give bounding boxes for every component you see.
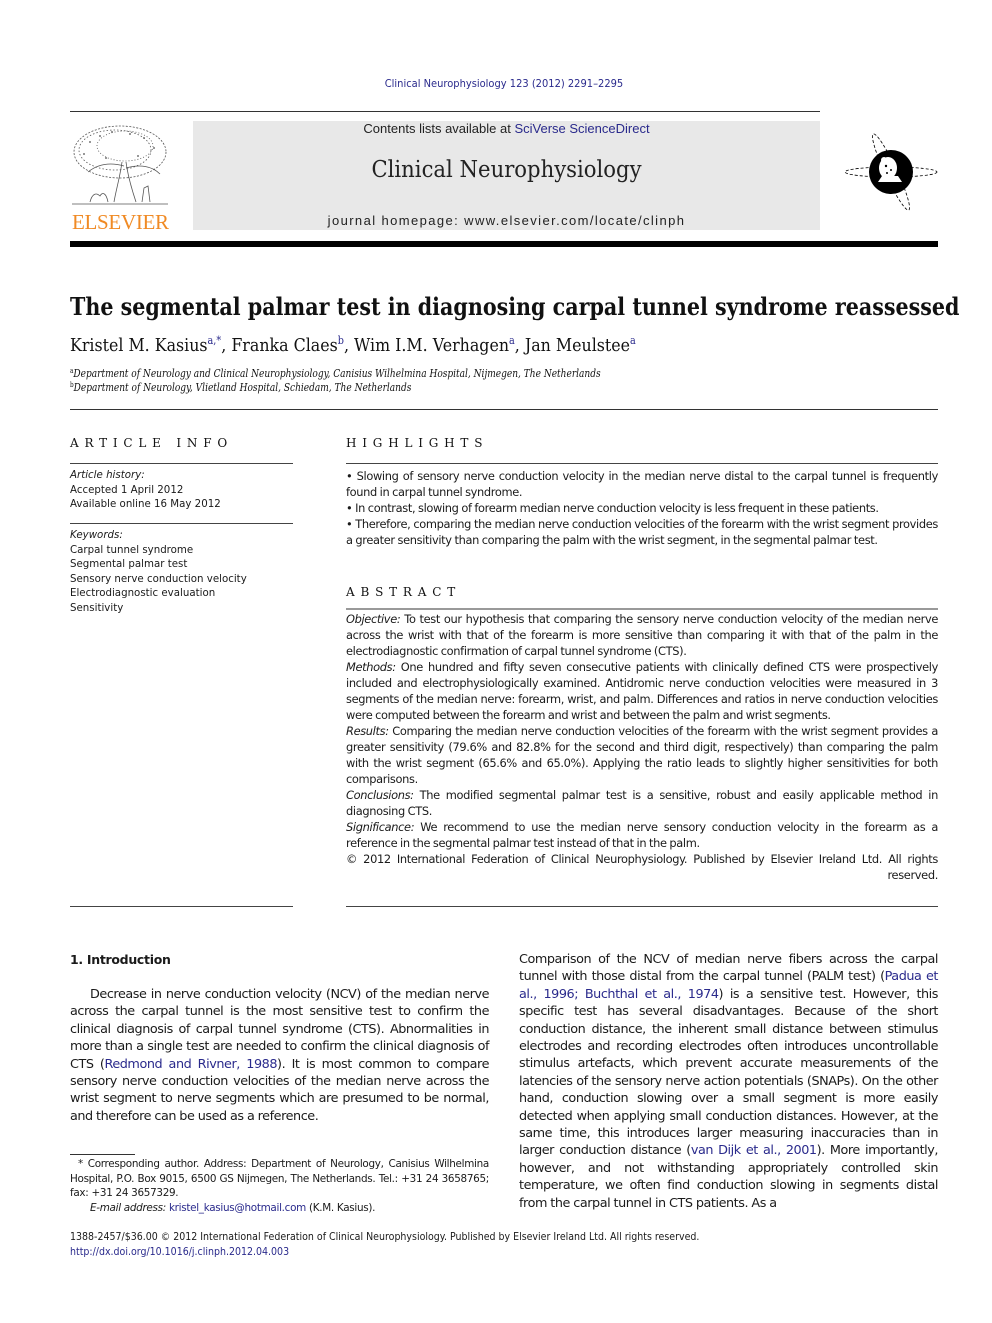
abstract-label: Objective: bbox=[346, 612, 401, 626]
abstract-text: One hundred and fifty seven consecutive … bbox=[346, 660, 938, 722]
issn-line: 1388-2457/$36.00 © 2012 International Fe… bbox=[70, 1231, 700, 1243]
keyword: Sensitivity bbox=[70, 600, 124, 614]
keywords-label: Keywords: bbox=[70, 528, 123, 541]
affiliation: bDepartment of Neurology, Vlietland Hosp… bbox=[70, 381, 411, 394]
journal-cover-icon bbox=[844, 133, 938, 211]
highlight-item: • In contrast, slowing of forearm median… bbox=[346, 501, 879, 515]
header-thick-rule bbox=[70, 241, 938, 247]
keyword: Electrodiagnostic evaluation bbox=[70, 586, 216, 599]
article-history-label: Article history: bbox=[70, 468, 145, 481]
section-heading-introduction: 1. Introduction bbox=[70, 952, 171, 967]
email-label: E-mail address: bbox=[90, 1201, 166, 1214]
divider bbox=[70, 906, 293, 907]
author-affiliation-mark[interactable]: a bbox=[509, 334, 515, 347]
abstract-text: To test our hypothesis that comparing th… bbox=[346, 612, 938, 658]
contents-line: Contents lists available at SciVerse Sci… bbox=[193, 121, 820, 136]
abstract-body: Objective: To test our hypothesis that c… bbox=[346, 611, 938, 883]
email-suffix: (K.M. Kasius). bbox=[305, 1201, 376, 1214]
history-item: Available online 16 May 2012 bbox=[70, 497, 221, 510]
footnote-rule bbox=[70, 1154, 135, 1155]
abstract-significance: Significance: We recommend to use the me… bbox=[346, 819, 938, 851]
divider bbox=[70, 409, 938, 410]
abstract-text: We recommend to use the median nerve sen… bbox=[346, 820, 938, 850]
history-item: Accepted 1 April 2012 bbox=[70, 482, 184, 496]
introduction-paragraph-left: Decrease in nerve conduction velocity (N… bbox=[70, 986, 489, 1125]
highlight-item: • Therefore, comparing the median nerve … bbox=[346, 517, 938, 547]
corresponding-author-footnote: * Corresponding author. Address: Departm… bbox=[70, 1157, 489, 1215]
abstract-text: Comparing the median nerve conduction ve… bbox=[346, 724, 938, 786]
citation-link[interactable]: Redmond and Rivner, 1988 bbox=[104, 1057, 277, 1072]
abstract-label: Significance: bbox=[346, 820, 415, 834]
abstract-methods: Methods: One hundred and fifty seven con… bbox=[346, 659, 938, 723]
abstract-label: Results: bbox=[346, 724, 389, 738]
author-affiliation-mark[interactable]: a,* bbox=[208, 334, 222, 347]
abstract-copyright: © 2012 International Federation of Clini… bbox=[346, 852, 938, 882]
abstract-text: The modified segmental palmar test is a … bbox=[346, 788, 938, 818]
author-name[interactable]: Jan Meulstee bbox=[525, 335, 630, 356]
highlight-item: • Slowing of sensory nerve conduction ve… bbox=[346, 469, 938, 499]
elsevier-tree-icon bbox=[72, 125, 168, 205]
abstract-heading: ABSTRACT bbox=[346, 585, 461, 599]
author-affiliation-mark[interactable]: b bbox=[338, 334, 344, 347]
divider bbox=[346, 906, 938, 907]
paragraph-text: Comparison of the NCV of median nerve fi… bbox=[519, 952, 938, 985]
author-affiliation-mark[interactable]: a bbox=[630, 334, 636, 347]
contents-prefix: Contents lists available at bbox=[363, 121, 515, 136]
introduction-paragraph-right: Comparison of the NCV of median nerve fi… bbox=[519, 951, 938, 1212]
sciencedirect-link[interactable]: SciVerse ScienceDirect bbox=[514, 121, 649, 136]
journal-homepage[interactable]: journal homepage: www.elsevier.com/locat… bbox=[193, 213, 820, 228]
article-history: Article history: Accepted 1 April 2012 A… bbox=[70, 468, 221, 512]
affiliation-text: Department of Neurology and Clinical Neu… bbox=[73, 367, 601, 380]
affiliation-text: Department of Neurology, Vlietland Hospi… bbox=[73, 381, 412, 394]
author-name[interactable]: Kristel M. Kasius bbox=[70, 335, 208, 356]
keyword: Carpal tunnel syndrome bbox=[70, 542, 194, 556]
email-line: E-mail address: kristel_kasius@hotmail.c… bbox=[70, 1201, 489, 1216]
elsevier-wordmark: ELSEVIER bbox=[72, 210, 169, 234]
publication-info: 1388-2457/$36.00 © 2012 International Fe… bbox=[70, 1230, 699, 1259]
author-name[interactable]: Wim I.M. Verhagen bbox=[354, 335, 509, 356]
abstract-label: Conclusions: bbox=[346, 788, 414, 802]
highlights-heading: HIGHLIGHTS bbox=[346, 436, 489, 450]
corresponding-author-text: * Corresponding author. Address: Departm… bbox=[70, 1158, 489, 1200]
keywords: Keywords: Carpal tunnel syndrome Segment… bbox=[70, 528, 247, 615]
abstract-results: Results: Comparing the median nerve cond… bbox=[346, 723, 938, 787]
divider bbox=[346, 463, 938, 464]
journal-banner: Contents lists available at SciVerse Sci… bbox=[193, 121, 820, 230]
author-list: Kristel M. Kasiusa,*, Franka Claesb, Wim… bbox=[70, 334, 636, 356]
doi-link[interactable]: http://dx.doi.org/10.1016/j.clinph.2012.… bbox=[70, 1245, 699, 1260]
highlights-list: • Slowing of sensory nerve conduction ve… bbox=[346, 468, 938, 548]
journal-reference[interactable]: Clinical Neurophysiology 123 (2012) 2291… bbox=[50, 77, 957, 90]
article-title: The segmental palmar test in diagnosing … bbox=[70, 292, 960, 321]
journal-name: Clinical Neurophysiology bbox=[371, 157, 642, 183]
abstract-conclusions: Conclusions: The modified segmental palm… bbox=[346, 787, 938, 819]
header-rule bbox=[70, 111, 820, 112]
abstract-objective: Objective: To test our hypothesis that c… bbox=[346, 611, 938, 659]
article-info-heading: ARTICLE INFO bbox=[70, 436, 233, 450]
paragraph-text: ) is a sensitive test. However, this spe… bbox=[519, 986, 938, 1159]
keyword: Segmental palmar test bbox=[70, 557, 188, 570]
divider bbox=[70, 463, 293, 464]
keyword: Sensory nerve conduction velocity bbox=[70, 571, 247, 585]
divider bbox=[70, 523, 293, 524]
abstract-label: Methods: bbox=[346, 660, 396, 674]
affiliation: aDepartment of Neurology and Clinical Ne… bbox=[70, 367, 601, 380]
divider bbox=[346, 608, 938, 610]
author-name[interactable]: Franka Claes bbox=[231, 335, 337, 356]
email-link[interactable]: kristel_kasius@hotmail.com bbox=[169, 1202, 306, 1214]
citation-link[interactable]: van Dijk et al., 2001 bbox=[691, 1143, 817, 1158]
